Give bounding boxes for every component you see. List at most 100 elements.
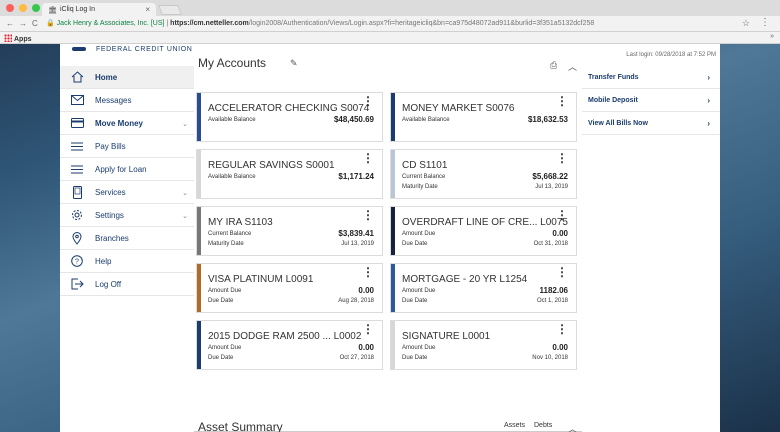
account-color-bar: [391, 207, 395, 255]
account-color-bar: [391, 150, 395, 198]
tab-debts[interactable]: Debts: [534, 422, 552, 429]
account-row1-value: $48,450.69: [333, 115, 374, 124]
close-tab-icon[interactable]: ×: [145, 5, 150, 14]
bookmark-star-icon[interactable]: ☆: [742, 18, 750, 29]
account-row1-value: $1,171.24: [338, 172, 374, 181]
apps-bookmark[interactable]: Apps: [4, 34, 32, 43]
account-name: CD S1101: [402, 160, 448, 171]
collapse-accounts-icon[interactable]: ︿: [568, 60, 577, 73]
account-card[interactable]: VISA PLATINUM L0091 ⋮ Amount Due 0.00 Du…: [196, 263, 383, 313]
account-name: 2015 DODGE RAM 2500 ... L0002: [208, 331, 362, 342]
account-color-bar: [391, 264, 395, 312]
phone-icon: [70, 185, 84, 199]
account-row1-value: 0.00: [358, 343, 374, 352]
back-icon[interactable]: ←: [6, 19, 14, 28]
sidebar-item-messages[interactable]: Messages: [60, 89, 194, 112]
account-row2-label: Due Date: [402, 241, 428, 247]
account-menu-icon[interactable]: ⋮: [556, 152, 568, 164]
account-card[interactable]: OVERDRAFT LINE OF CRE... L0075 ⋮ Amount …: [390, 206, 577, 256]
zoom-window-button[interactable]: [32, 4, 40, 12]
forward-icon[interactable]: →: [19, 19, 27, 28]
help-icon: ?: [70, 254, 84, 268]
account-color-bar: [197, 150, 201, 198]
sidebar-item-pay-bills[interactable]: Pay Bills: [60, 135, 194, 158]
sidebar-item-services[interactable]: Services ⌄: [60, 181, 194, 204]
sidebar-item-move-money[interactable]: Move Money ⌄: [60, 112, 194, 135]
credit-union-logo: [72, 47, 86, 51]
account-menu-icon[interactable]: ⋮: [556, 95, 568, 107]
account-row1-value: 0.00: [552, 343, 568, 352]
account-menu-icon[interactable]: ⋮: [556, 209, 568, 221]
account-name: VISA PLATINUM L0091: [208, 274, 314, 285]
brand-header: FEDERAL CREDIT UNION: [60, 44, 194, 56]
account-color-bar: [197, 93, 201, 141]
sidebar-item-branches[interactable]: Branches: [60, 227, 194, 250]
sidebar-item-settings[interactable]: Settings ⌄: [60, 204, 194, 227]
collapse-asset-summary-icon[interactable]: ︿: [568, 422, 577, 432]
account-row1-label: Current Balance: [208, 231, 252, 237]
sidebar-item-home[interactable]: Home: [60, 66, 194, 89]
transfer-funds-link[interactable]: Transfer Funds ›: [582, 66, 720, 89]
account-card[interactable]: 2015 DODGE RAM 2500 ... L0002 ⋮ Amount D…: [196, 320, 383, 370]
account-color-bar: [197, 264, 201, 312]
edit-pencil-icon[interactable]: ✎: [290, 58, 298, 69]
account-row1-label: Available Balance: [208, 117, 256, 123]
account-card[interactable]: CD S1101 ⋮ Current Balance $5,668.22 Mat…: [390, 149, 577, 199]
close-window-button[interactable]: [6, 4, 14, 12]
reload-icon[interactable]: C: [32, 19, 38, 28]
account-card[interactable]: REGULAR SAVINGS S0001 ⋮ Available Balanc…: [196, 149, 383, 199]
url-host: https://cm.netteller.com: [170, 20, 249, 27]
account-menu-icon[interactable]: ⋮: [362, 209, 374, 221]
account-row1-value: 0.00: [358, 286, 374, 295]
chevron-down-icon: ⌄: [182, 213, 188, 220]
account-name: REGULAR SAVINGS S0001: [208, 160, 335, 171]
lock-icon: 🔒: [46, 20, 55, 27]
account-row2-value: Nov 10, 2018: [532, 355, 568, 361]
account-menu-icon[interactable]: ⋮: [556, 323, 568, 335]
account-menu-icon[interactable]: ⋮: [362, 266, 374, 278]
card-icon: [70, 116, 84, 130]
tab-assets[interactable]: Assets: [504, 422, 525, 429]
account-menu-icon[interactable]: ⋮: [362, 95, 374, 107]
map-pin-icon: [70, 231, 84, 245]
account-card[interactable]: SIGNATURE L0001 ⋮ Amount Due 0.00 Due Da…: [390, 320, 577, 370]
account-card[interactable]: MONEY MARKET S0076 ⋮ Available Balance $…: [390, 92, 577, 142]
account-name: OVERDRAFT LINE OF CRE... L0075: [402, 217, 568, 228]
account-name: ACCELERATOR CHECKING S0074: [208, 103, 370, 114]
chevron-right-icon: ›: [707, 96, 710, 105]
account-row2-value: Oct 27, 2018: [339, 355, 374, 361]
new-tab-button[interactable]: [158, 5, 182, 15]
sidebar-item-help[interactable]: ? Help: [60, 250, 194, 273]
account-menu-icon[interactable]: ⋮: [362, 152, 374, 164]
mobile-deposit-link[interactable]: Mobile Deposit ›: [582, 89, 720, 112]
lines-icon: [70, 139, 84, 153]
account-color-bar: [391, 321, 395, 369]
window-controls: [6, 4, 40, 12]
url-field[interactable]: 🔒 Jack Henry & Associates, Inc. [US] | h…: [46, 19, 594, 27]
account-menu-icon[interactable]: ⋮: [556, 266, 568, 278]
bank-icon: 🏛: [48, 7, 57, 14]
top-bar: Last login: 09/28/2018 at 7:52 PM: [582, 44, 720, 66]
bookmarks-overflow-icon[interactable]: »: [770, 33, 774, 40]
account-card[interactable]: MY IRA S1103 ⋮ Current Balance $3,839.41…: [196, 206, 383, 256]
account-card[interactable]: MORTGAGE - 20 YR L1254 ⋮ Amount Due 1182…: [390, 263, 577, 313]
sidebar-item-apply-for-loan[interactable]: Apply for Loan: [60, 158, 194, 181]
account-menu-icon[interactable]: ⋮: [362, 323, 374, 335]
account-row2-label: Due Date: [402, 355, 428, 361]
sidebar-item-log-off[interactable]: Log Off: [60, 273, 194, 296]
view-all-bills-link[interactable]: View All Bills Now ›: [582, 112, 720, 135]
account-row2-label: Maturity Date: [208, 241, 244, 247]
bookmarks-bar: Apps »: [0, 32, 780, 44]
account-row1-label: Available Balance: [208, 174, 256, 180]
account-card[interactable]: ACCELERATOR CHECKING S0074 ⋮ Available B…: [196, 92, 383, 142]
account-color-bar: [197, 207, 201, 255]
account-row1-label: Amount Due: [208, 288, 242, 294]
account-row1-value: $5,668.22: [532, 172, 568, 181]
account-name: MONEY MARKET S0076: [402, 103, 515, 114]
minimize-window-button[interactable]: [19, 4, 27, 12]
browser-menu-icon[interactable]: ⋮: [760, 17, 770, 28]
browser-tab[interactable]: 🏛 iCliq Log In ×: [42, 3, 156, 16]
printer-icon[interactable]: ⎙: [550, 60, 557, 71]
banking-app: FEDERAL CREDIT UNION Last login: 09/28/2…: [60, 44, 720, 432]
account-row1-value: 0.00: [552, 229, 568, 238]
